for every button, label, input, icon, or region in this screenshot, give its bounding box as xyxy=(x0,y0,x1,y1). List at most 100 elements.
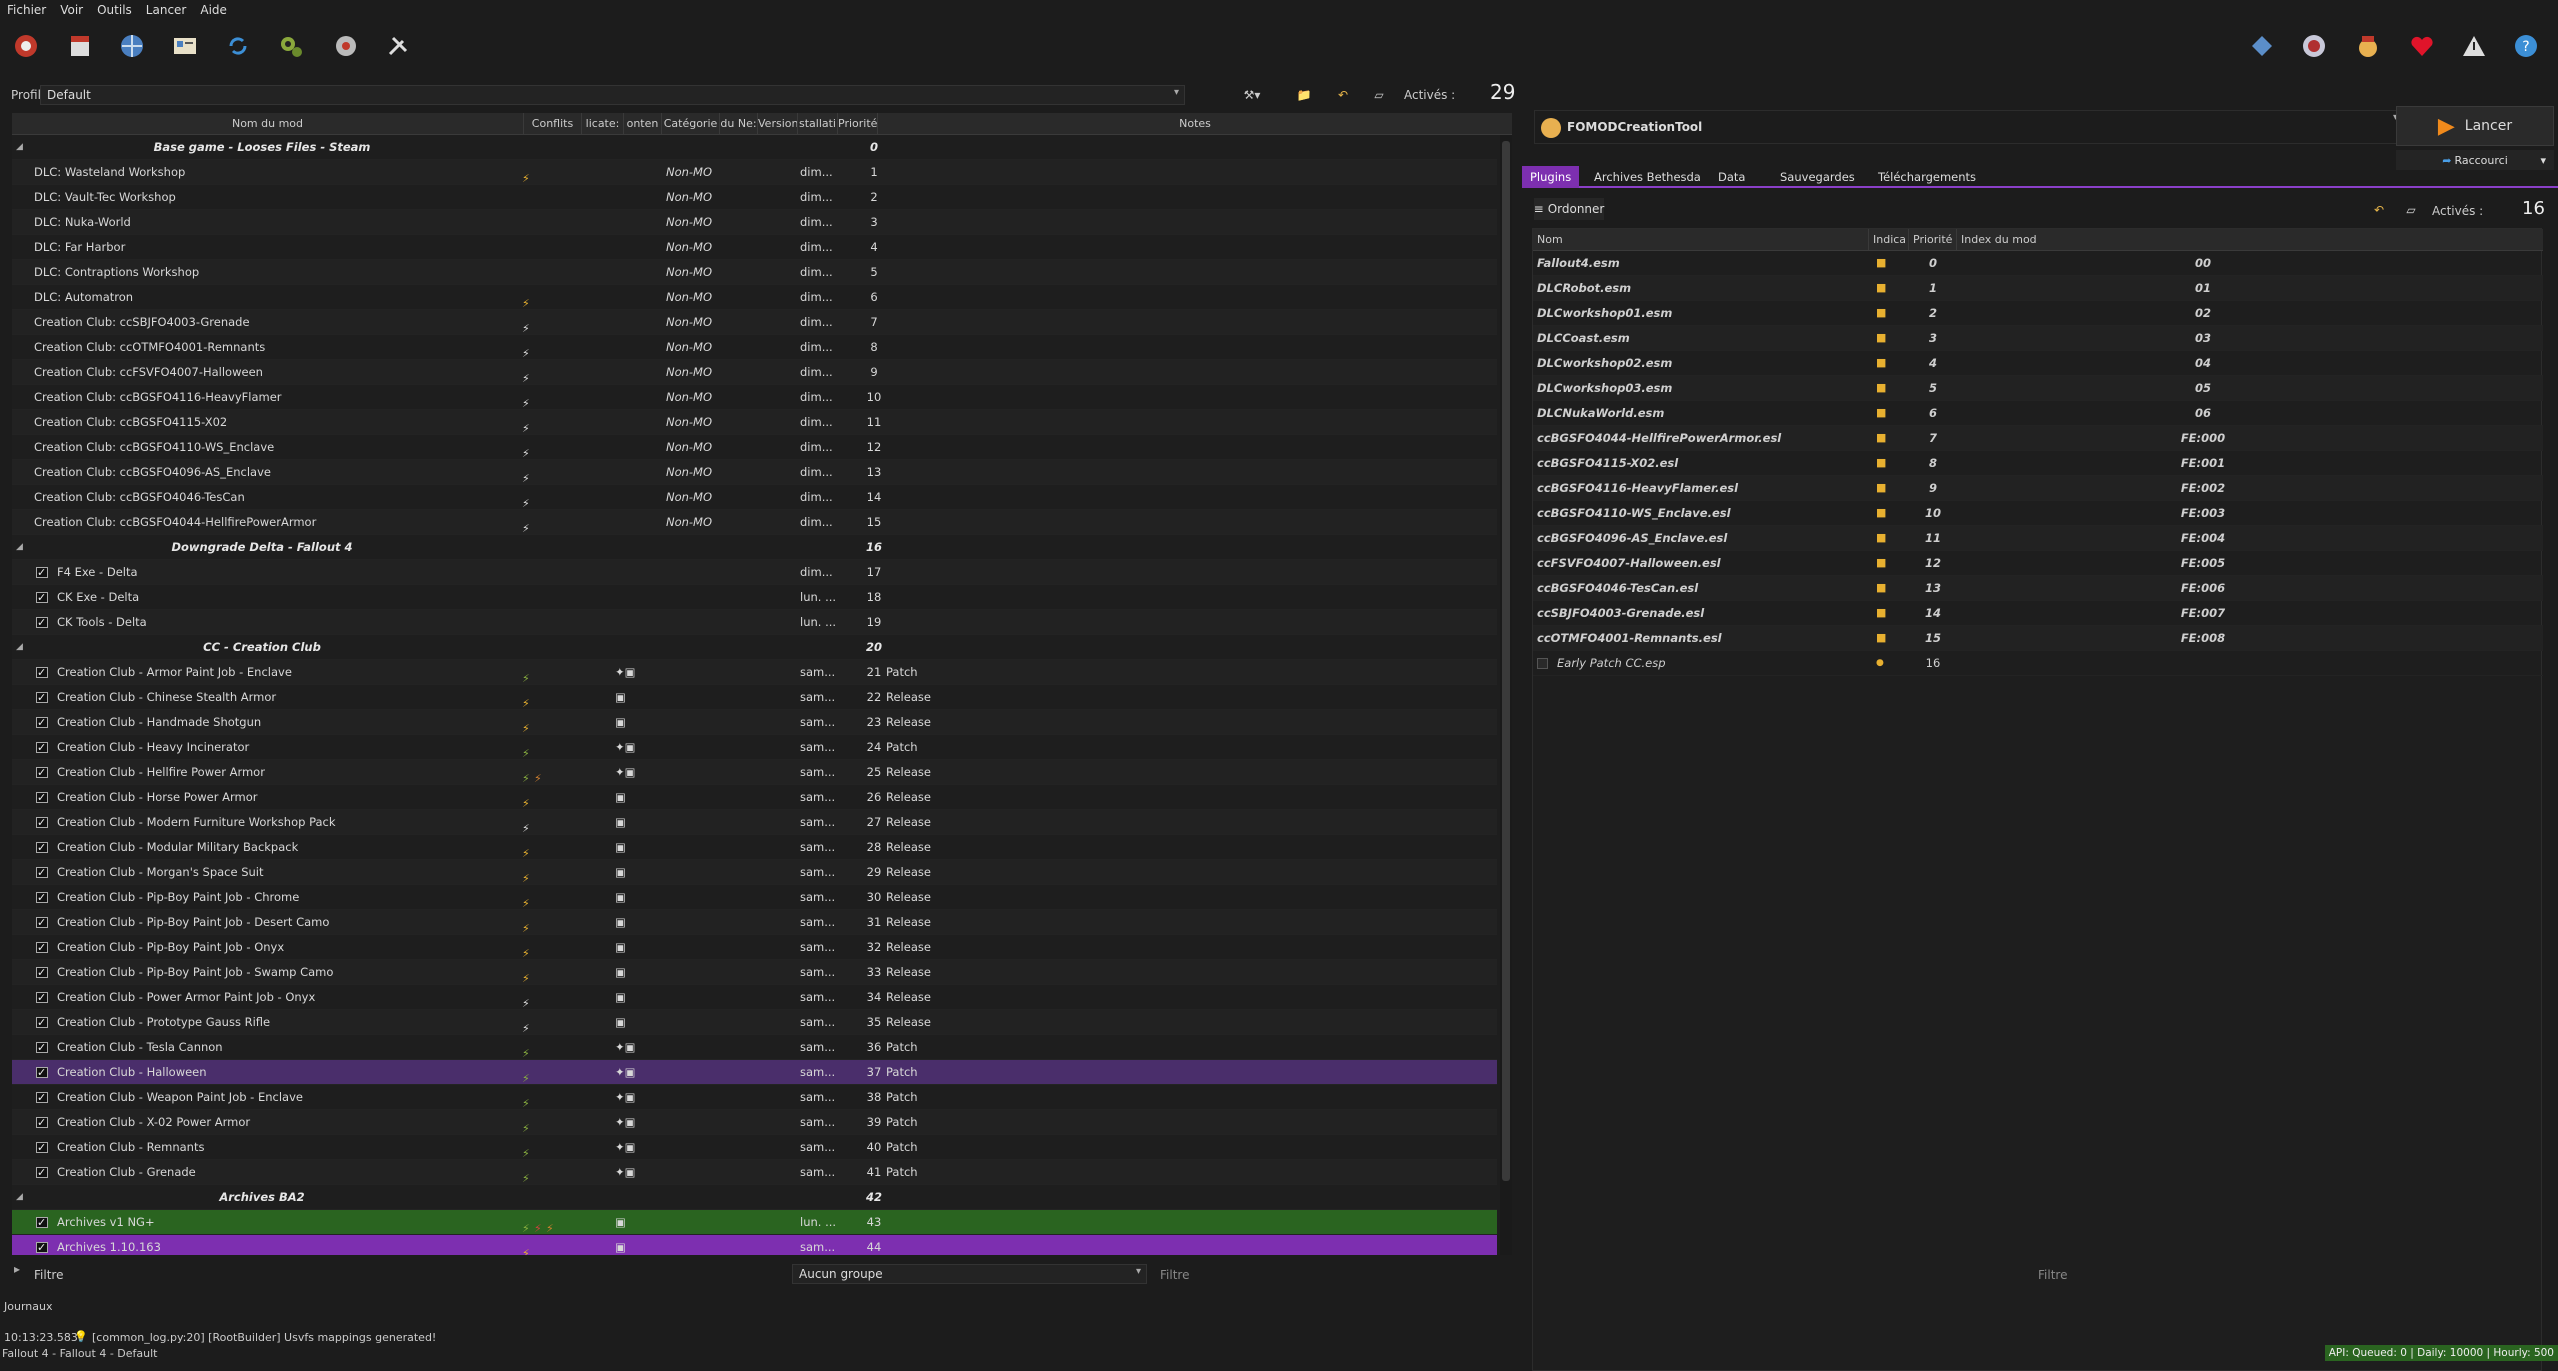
mod-checkbox[interactable] xyxy=(36,1017,48,1028)
mod-row[interactable]: Creation Club - Modern Furniture Worksho… xyxy=(12,810,1497,835)
mod-row[interactable]: Creation Club - Heavy Incinerator ⚡ ✦▣ sam.… xyxy=(12,735,1497,760)
help-icon[interactable]: ? xyxy=(2508,28,2544,64)
mod-row[interactable]: Creation Club - Remnants⚡✦▣sam...40Patch xyxy=(12,1135,1497,1160)
expand-filter-icon[interactable]: ▸ xyxy=(14,1262,20,1286)
mod-list-scrollbar[interactable] xyxy=(1500,135,1512,1255)
tab-sauvegardes[interactable]: Sauvegardes xyxy=(1772,166,1863,188)
mod-row[interactable]: Archives v1 NG+ ⚡ ⚡ ⚡ ▣ lun. ... 43 xyxy=(12,1210,1497,1235)
mod-row[interactable]: F4 Exe - Delta dim... 17 xyxy=(12,560,1497,585)
plugin-row[interactable]: ccBGSFO4044-HellfirePowerArmor.esl ■ 7 FE:0… xyxy=(1533,426,2543,451)
separator-row[interactable]: ◢ CC - Creation Club 20 xyxy=(12,635,1497,660)
mod-checkbox[interactable] xyxy=(36,717,48,728)
profiles-icon[interactable] xyxy=(167,28,203,64)
plugin-row[interactable]: DLCCoast.esm ■ 3 03 xyxy=(1533,326,2543,351)
mod-checkbox[interactable] xyxy=(36,1217,48,1228)
mod-row[interactable]: Creation Club - Halloween⚡✦▣sam...37Patc… xyxy=(12,1060,1497,1085)
mod-row[interactable]: Creation Club: ccOTMFO4001-Remnants ⚡ Non-… xyxy=(12,335,1497,360)
mod-row[interactable]: Creation Club: ccBGSFO4110-WS_Enclave ⚡ No… xyxy=(12,435,1497,460)
mod-checkbox[interactable] xyxy=(36,1242,48,1253)
mod-checkbox[interactable] xyxy=(36,767,48,778)
mod-row[interactable]: Creation Club: ccFSVFO4007-Halloween ⚡ Non… xyxy=(12,360,1497,385)
mod-row[interactable]: Creation Club - Handmade Shotgun ⚡ ▣ sam...… xyxy=(12,710,1497,735)
mod-checkbox[interactable] xyxy=(36,817,48,828)
mod-checkbox[interactable] xyxy=(36,592,48,603)
scrollbar-thumb[interactable] xyxy=(1502,141,1510,1181)
tab-t-l-chargements[interactable]: Téléchargements xyxy=(1870,166,1984,188)
mod-search-input[interactable]: Filtre xyxy=(1160,1268,1189,1292)
mod-actions-button[interactable]: ⚒▾ xyxy=(1232,83,1272,107)
plugin-backup-button[interactable]: ▱ xyxy=(2398,198,2424,222)
diamond-icon[interactable] xyxy=(2244,28,2280,64)
menu-lancer[interactable]: Lancer xyxy=(139,3,194,17)
menu-aide[interactable]: Aide xyxy=(193,3,234,17)
mod-row[interactable]: Creation Club - Grenade⚡✦▣sam...41Patch xyxy=(12,1160,1497,1185)
mod-row[interactable]: DLC: Wasteland Workshop ⚡ Non-MO dim... 1 xyxy=(12,160,1497,185)
mod-row[interactable]: Creation Club - Pip-Boy Paint Job - Dese… xyxy=(12,910,1497,935)
col-plugin-priority[interactable]: Priorité xyxy=(1909,229,1957,251)
mod-row[interactable]: Creation Club: ccBGSFO4115-X02 ⚡ Non-MO dim… xyxy=(12,410,1497,435)
mod-row[interactable]: Creation Club - Pip-Boy Paint Job - Chro… xyxy=(12,885,1497,910)
mod-row[interactable]: Archives 1.10.163 ⚡ ▣ sam... 44 xyxy=(12,1235,1497,1255)
install-mod-icon[interactable] xyxy=(62,28,98,64)
mod-row[interactable]: Creation Club - Weapon Paint Job - Encla… xyxy=(12,1085,1497,1110)
mod-checkbox[interactable] xyxy=(36,892,48,903)
mod-checkbox[interactable] xyxy=(36,1167,48,1178)
col-plugin-index[interactable]: Index du mod xyxy=(1957,229,2543,251)
nexus-icon[interactable] xyxy=(114,28,150,64)
launch-button[interactable]: ▶ Lancer xyxy=(2396,106,2554,146)
warning-icon[interactable] xyxy=(2456,28,2492,64)
executable-select[interactable]: FOMODCreationTool xyxy=(1534,110,2404,144)
col-notes[interactable]: Notes xyxy=(878,113,1512,135)
col-plugin-name[interactable]: Nom xyxy=(1533,229,1869,251)
mod-checkbox[interactable] xyxy=(36,942,48,953)
mod-checkbox[interactable] xyxy=(36,1117,48,1128)
mod-checkbox[interactable] xyxy=(36,792,48,803)
plugin-row[interactable]: ccBGSFO4046-TesCan.esl ■ 13 FE:006 xyxy=(1533,576,2543,601)
mod-checkbox[interactable] xyxy=(36,842,48,853)
plugin-row[interactable]: ccFSVFO4007-Halloween.esl ■ 12 FE:005 xyxy=(1533,551,2543,576)
plugin-row[interactable]: DLCworkshop02.esm ■ 4 04 xyxy=(1533,351,2543,376)
create-backup-button[interactable]: ▱ xyxy=(1364,83,1394,107)
mod-row[interactable]: Creation Club - Tesla Cannon⚡✦▣sam...36P… xyxy=(12,1035,1497,1060)
mod-checkbox[interactable] xyxy=(36,1092,48,1103)
plugin-restore-button[interactable]: ↶ xyxy=(2366,198,2392,222)
menu-outils[interactable]: Outils xyxy=(90,3,139,17)
profile-select[interactable]: Default xyxy=(40,85,1185,105)
mod-row[interactable]: Creation Club - Pip-Boy Paint Job - Onyx… xyxy=(12,935,1497,960)
mod-filter-input[interactable]: Filtre xyxy=(34,1268,63,1292)
menu-fichier[interactable]: Fichier xyxy=(0,3,53,17)
plugin-list[interactable]: Nom Indica Priorité Index du mod Fallout… xyxy=(1532,228,2543,1371)
mod-checkbox[interactable] xyxy=(36,567,48,578)
plugin-checkbox[interactable] xyxy=(1537,658,1548,669)
plugin-row[interactable]: ccBGSFO4096-AS_Enclave.esl ■ 11 FE:004 xyxy=(1533,526,2543,551)
mod-row[interactable]: Creation Club - Armor Paint Job - Enclav… xyxy=(12,660,1497,685)
plugin-row[interactable]: ccOTMFO4001-Remnants.esl ■ 15 FE:008 xyxy=(1533,626,2543,651)
plugins-tools-icon[interactable] xyxy=(328,28,364,64)
mod-row[interactable]: Creation Club: ccBGSFO4116-HeavyFlamer ⚡ N… xyxy=(12,385,1497,410)
mod-row[interactable]: Creation Club: ccBGSFO4096-AS_Enclave ⚡ No… xyxy=(12,460,1497,485)
plugin-row[interactable]: DLCNukaWorld.esm ■ 6 06 xyxy=(1533,401,2543,426)
change-game-icon[interactable] xyxy=(8,28,44,64)
tools-icon[interactable] xyxy=(380,28,416,64)
col-installed[interactable]: stallati xyxy=(798,113,838,135)
separator-row[interactable]: ◢ Downgrade Delta - Fallout 4 16 xyxy=(12,535,1497,560)
tab-archives-bethesda[interactable]: Archives Bethesda xyxy=(1586,166,1709,188)
mod-row[interactable]: Creation Club - Chinese Stealth Armor ⚡ ▣ s… xyxy=(12,685,1497,710)
mod-checkbox[interactable] xyxy=(36,867,48,878)
col-nexus[interactable]: du Ne: xyxy=(720,113,758,135)
col-flags[interactable]: licate: xyxy=(582,113,624,135)
mod-row[interactable]: CK Exe - Delta lun. ... 18 xyxy=(12,585,1497,610)
mod-checkbox[interactable] xyxy=(36,917,48,928)
settings-gears-icon[interactable] xyxy=(273,28,309,64)
plugin-row[interactable]: DLCworkshop03.esm ■ 5 05 xyxy=(1533,376,2543,401)
mod-checkbox[interactable] xyxy=(36,967,48,978)
plugin-row[interactable]: ccBGSFO4110-WS_Enclave.esl ■ 10 FE:003 xyxy=(1533,501,2543,526)
mod-row[interactable]: Creation Club - Modular Military Backpac… xyxy=(12,835,1497,860)
plugin-filter-input[interactable]: Filtre xyxy=(2038,1268,2067,1282)
separator-row[interactable]: ◢ Base game - Looses Files - Steam 0 xyxy=(12,135,1497,160)
plugin-row[interactable]: Early Patch CC.esp ● 16 xyxy=(1533,651,2543,676)
mod-row[interactable]: DLC: Far Harbor Non-MO dim... 4 xyxy=(12,235,1497,260)
mod-row[interactable]: CK Tools - Delta lun. ... 19 xyxy=(12,610,1497,635)
mod-row[interactable]: Creation Club: ccBGSFO4044-HellfirePower… xyxy=(12,510,1497,535)
mod-checkbox[interactable] xyxy=(36,1142,48,1153)
